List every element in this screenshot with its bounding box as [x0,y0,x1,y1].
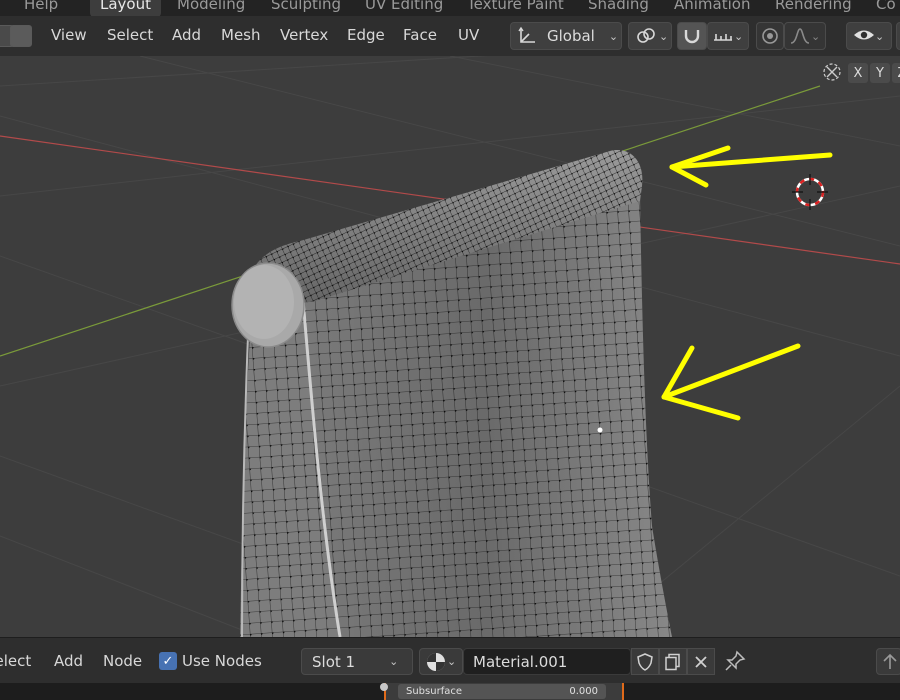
principled-bsdf-node[interactable]: Subsurface 0.000 [380,683,624,700]
chevron-down-icon: ⌄ [734,29,744,43]
tab-help[interactable]: Help [24,0,58,16]
3d-cursor-icon[interactable] [792,174,828,210]
subsurface-value: 0.000 [569,686,598,697]
pivot-link-icon [637,28,655,43]
overlay-button[interactable] [896,22,900,50]
chevron-down-icon: ⌄ [659,29,669,43]
tab-rendering[interactable]: Rendering [775,0,852,16]
subsurface-label: Subsurface [406,686,462,697]
transform-orientation-dropdown[interactable]: Global ⌄ [510,22,622,50]
slot-label: Slot 1 [312,652,356,671]
tab-shading[interactable]: Shading [588,0,649,16]
proportional-falloff-dropdown[interactable]: ⌄ [784,22,826,50]
viewport-header: View Select Add Mesh Vertex Edge Face UV… [0,16,900,56]
tab-layout[interactable]: Layout [90,0,161,16]
falloff-curve-icon [790,28,810,44]
snap-increment-icon [714,34,732,41]
menu-node-add[interactable]: Add [54,652,83,670]
visibility-dropdown[interactable]: ⌄ [846,22,892,50]
snap-target-dropdown[interactable]: ⌄ [707,22,749,50]
workspace-tabs: Help Layout Modeling Sculpting UV Editin… [0,0,900,16]
magnet-icon [684,30,700,44]
unlink-material-button[interactable] [687,648,715,675]
shader-editor-header: Select Add Node ✓ Use Nodes Slot 1 ⌄ ⌄ M… [0,637,900,683]
menu-node[interactable]: Node [103,652,142,670]
chevron-down-icon: ⌄ [811,29,821,43]
close-icon [695,655,707,668]
menu-uv[interactable]: UV [458,26,479,44]
arrow-up-icon [883,653,897,669]
input-socket[interactable] [380,683,388,691]
tab-modeling[interactable]: Modeling [177,0,245,16]
menu-node-select[interactable]: Select [0,652,31,670]
eye-icon [854,30,874,40]
duplicate-material-button[interactable] [659,648,687,675]
viewport-canvas[interactable] [0,56,900,637]
transform-orientation-icon [518,26,535,43]
chevron-down-icon: ⌄ [608,29,619,43]
tab-compositing[interactable]: Co [876,0,896,16]
tab-animation[interactable]: Animation [674,0,750,16]
material-name-field[interactable]: Material.001 [463,648,631,675]
node-editor-area[interactable]: Subsurface 0.000 [0,683,900,700]
tab-sculpting[interactable]: Sculpting [271,0,341,16]
proportional-circle-icon [762,28,778,44]
object-origin[interactable] [597,427,603,433]
chevron-down-icon: ⌄ [447,655,457,668]
subsurface-field[interactable]: Subsurface 0.000 [398,684,606,699]
pin-button[interactable] [724,650,746,672]
tab-uv-editing[interactable]: UV Editing [365,0,443,16]
shield-icon [637,652,653,671]
transform-orientation-label: Global [547,27,595,45]
axis-x-button[interactable]: X [848,63,868,83]
menu-vertex[interactable]: Vertex [280,26,328,44]
face-select-mode-icon[interactable] [10,25,32,47]
menu-face[interactable]: Face [403,26,437,44]
slot-dropdown[interactable]: Slot 1 ⌄ [301,648,413,675]
material-name: Material.001 [473,652,568,671]
3d-viewport[interactable]: X Y Z [0,56,900,637]
gizmo-toggle-icon[interactable] [823,63,841,81]
menu-mesh[interactable]: Mesh [221,26,261,44]
axis-z-button[interactable]: Z [892,63,900,83]
menu-view[interactable]: View [51,26,87,44]
pivot-point-dropdown[interactable]: ⌄ [628,22,672,50]
annotation-arrow-side [661,343,801,421]
axis-y-button[interactable]: Y [870,63,890,83]
fake-user-button[interactable] [631,648,659,675]
chevron-down-icon: ⌄ [389,655,399,668]
proportional-editing-toggle[interactable] [756,22,784,50]
material-sphere-icon [427,652,445,671]
tab-texture-paint[interactable]: Texture Paint [467,0,564,16]
snap-toggle[interactable] [677,22,707,50]
material-browse-dropdown[interactable]: ⌄ [419,648,463,675]
menu-select[interactable]: Select [107,26,153,44]
copy-icon [665,653,680,670]
pin-icon [725,650,746,671]
menu-edge[interactable]: Edge [347,26,385,44]
parent-node-tree-button[interactable] [876,648,900,675]
use-nodes-checkbox[interactable]: ✓ [159,652,177,670]
use-nodes-label: Use Nodes [182,652,262,670]
menu-add[interactable]: Add [172,26,201,44]
chevron-down-icon: ⌄ [875,29,885,43]
